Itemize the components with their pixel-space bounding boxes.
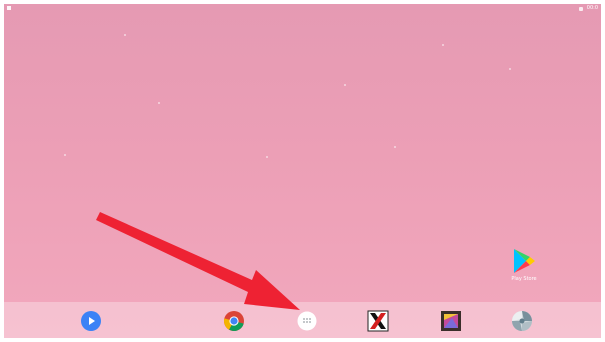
- wallpaper-sparkle: [509, 68, 511, 70]
- wifi-icon: [578, 6, 583, 11]
- dock-app-gallery[interactable]: [440, 310, 462, 332]
- wallpaper-sparkle: [344, 84, 346, 86]
- dock-app-x[interactable]: [367, 310, 389, 332]
- play-store-icon: [514, 249, 535, 273]
- dock-app-camera[interactable]: [511, 310, 533, 332]
- wallpaper-sparkle: [266, 156, 268, 158]
- wallpaper-sparkle: [442, 44, 444, 46]
- dock-app-chrome[interactable]: [223, 310, 245, 332]
- x-logo-icon: [367, 310, 389, 332]
- aperture-icon: [512, 311, 532, 331]
- status-bar: 00:0: [4, 4, 601, 14]
- play-circle-icon: [81, 311, 101, 331]
- desktop-app-play-store[interactable]: Play Store: [507, 248, 541, 282]
- gallery-icon: [441, 311, 461, 331]
- wallpaper-sparkle: [124, 34, 126, 36]
- screenshot-icon[interactable]: [239, 337, 247, 338]
- wallpaper-sparkle: [64, 154, 66, 156]
- status-time: 00:0: [586, 5, 598, 11]
- notification-icon: [7, 6, 11, 10]
- back-icon[interactable]: [264, 337, 272, 338]
- split-screen-icon[interactable]: [340, 337, 348, 338]
- wallpaper-sparkle: [158, 102, 160, 104]
- app-drawer-icon: [297, 311, 317, 331]
- home-icon[interactable]: [290, 337, 298, 338]
- play-store-label: Play Store: [511, 276, 537, 282]
- recents-icon[interactable]: [315, 337, 323, 338]
- device-frame: 00:0 Play Store: [0, 0, 605, 342]
- home-screen: 00:0 Play Store: [4, 4, 601, 338]
- status-right: 00:0: [578, 5, 598, 12]
- keyboard-icon[interactable]: [364, 337, 372, 338]
- chrome-icon: [223, 311, 244, 332]
- dock-app-video-player[interactable]: [80, 310, 102, 332]
- dock-app-drawer-button[interactable]: [296, 310, 318, 332]
- navigation-bar: [4, 337, 601, 338]
- wallpaper-sparkle: [394, 146, 396, 148]
